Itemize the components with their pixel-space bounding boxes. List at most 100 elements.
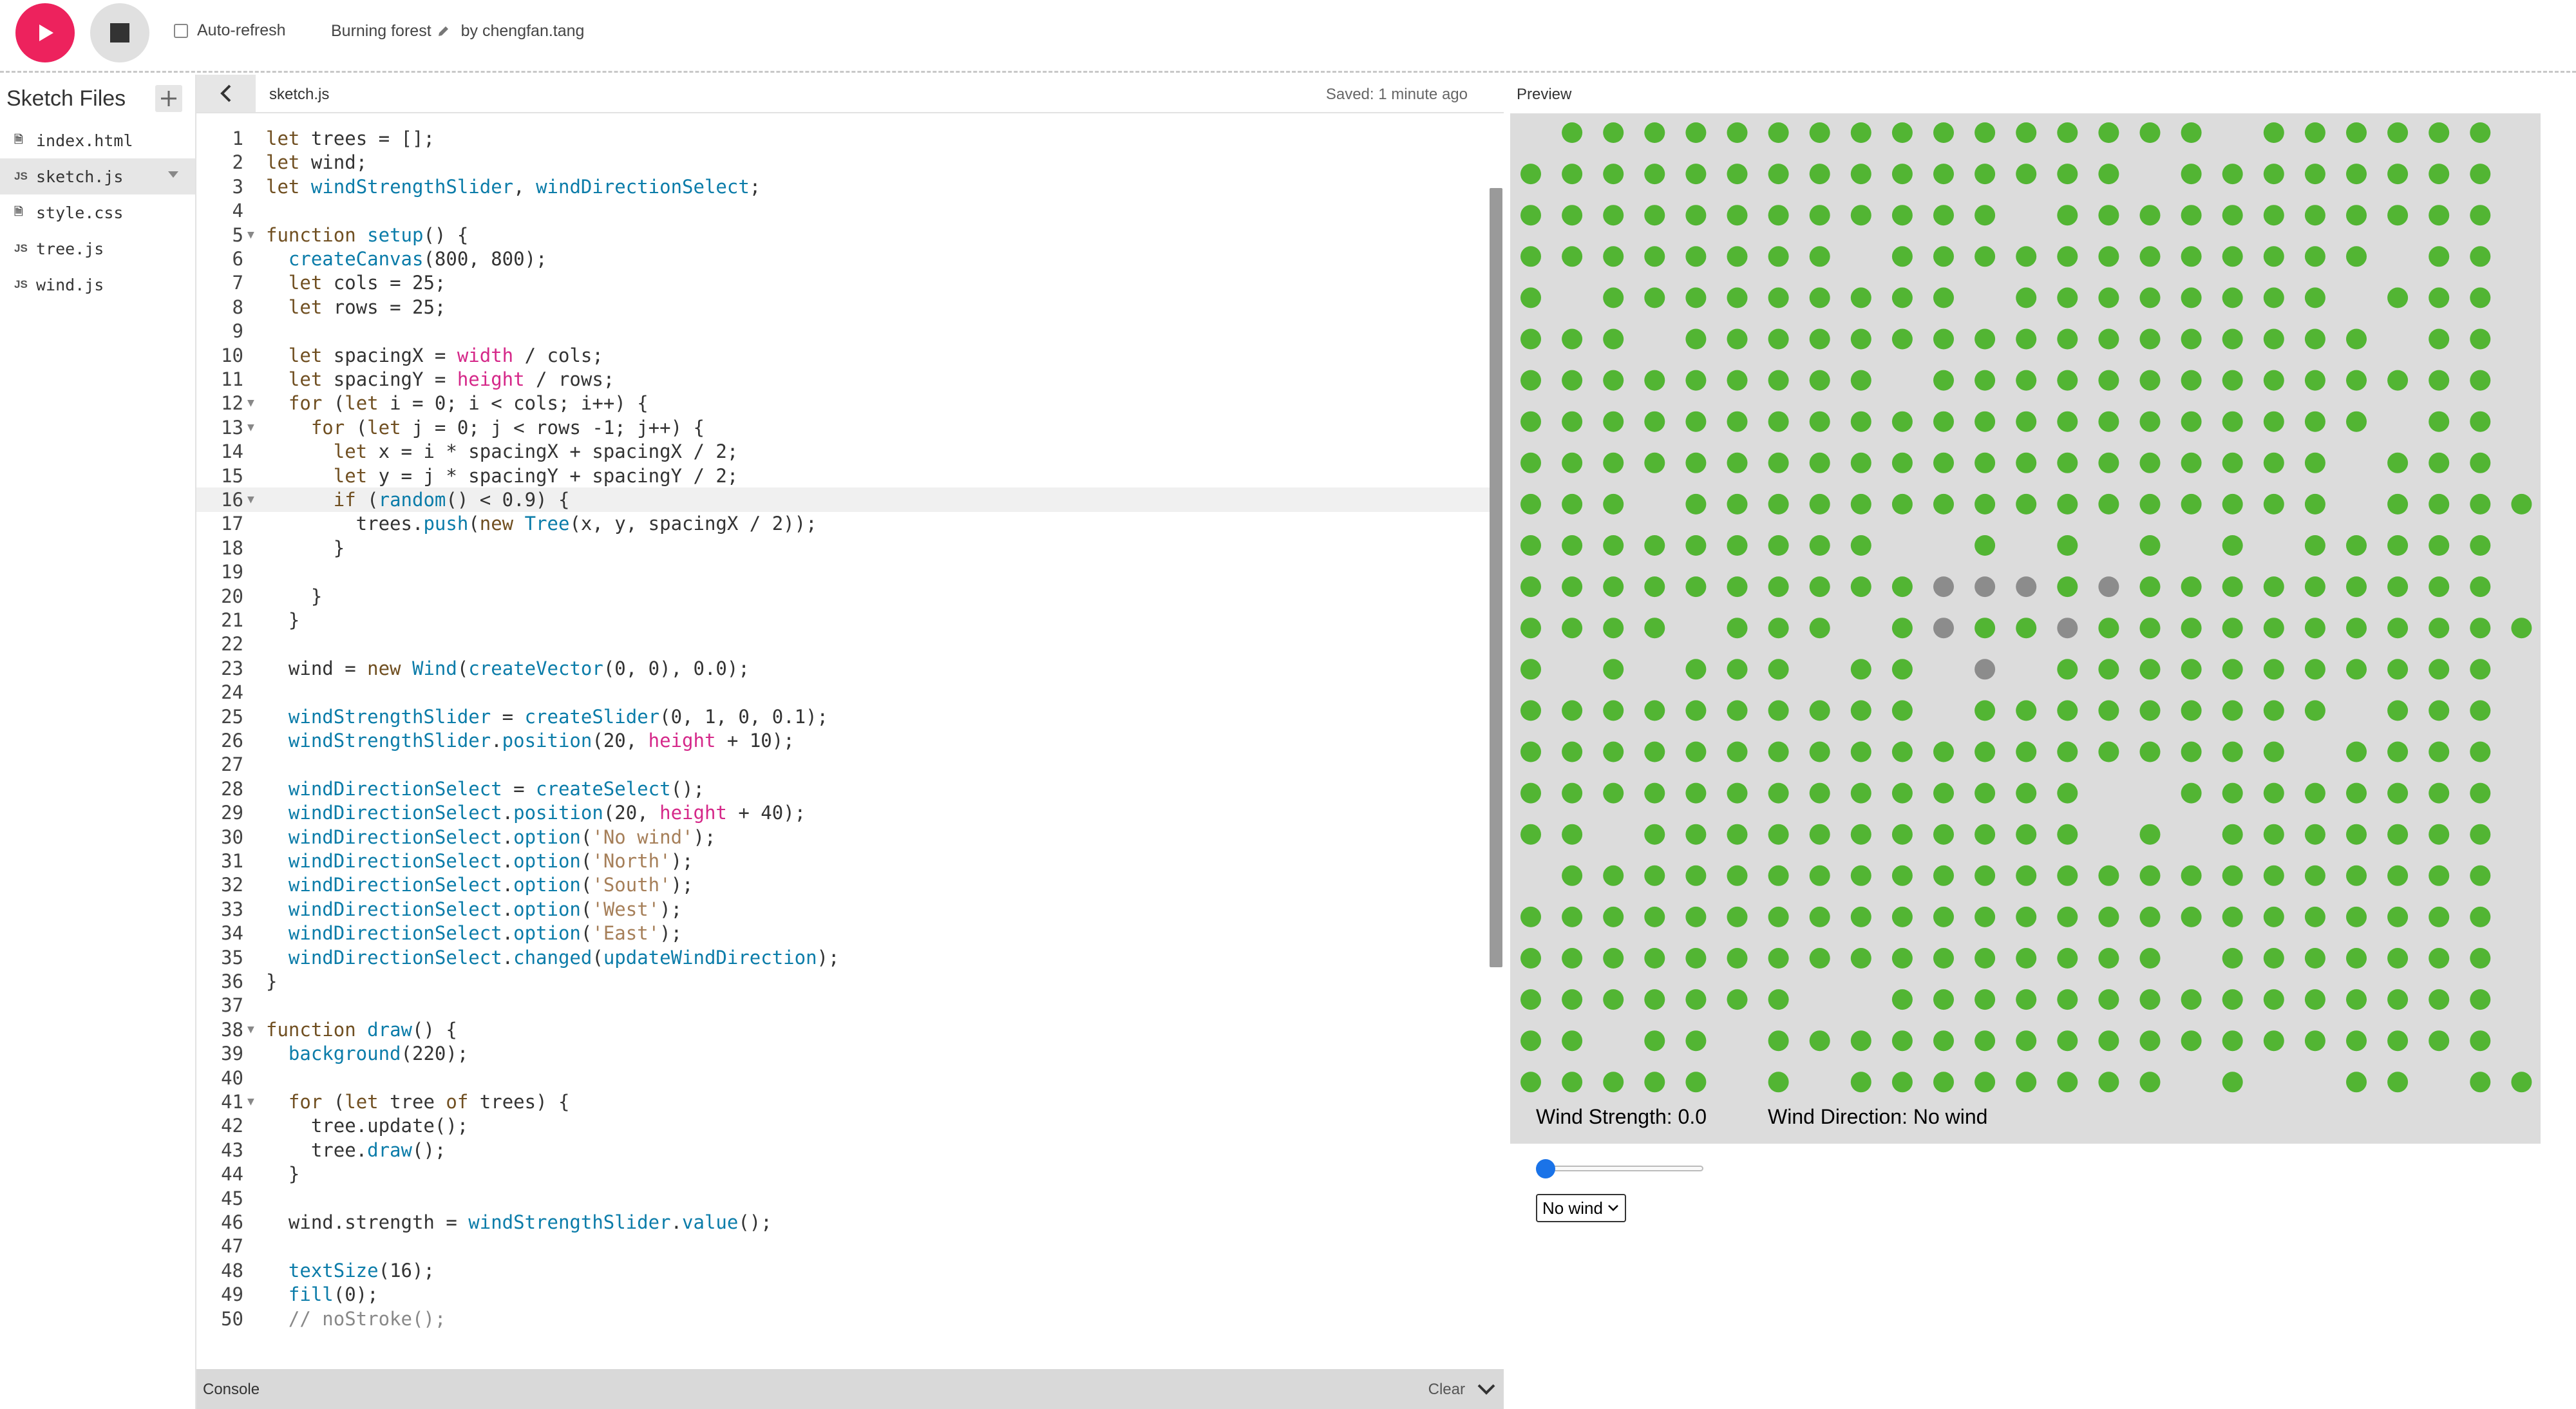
code-line[interactable]: 8 let rows = 25;: [196, 295, 1497, 319]
file-item-index-html[interactable]: 🗎 index.html: [0, 122, 195, 158]
code-line[interactable]: 21 }: [196, 608, 1497, 632]
autorefresh-toggle[interactable]: Auto-refresh: [174, 21, 286, 40]
sketch-byline[interactable]: by chengfan.tang: [461, 22, 585, 41]
code-line[interactable]: 44 }: [196, 1162, 1497, 1186]
code-line[interactable]: 5 ▼ function setup() {: [196, 223, 1497, 247]
code-line[interactable]: 38 ▼ function draw() {: [196, 1017, 1497, 1042]
code-line[interactable]: 24: [196, 680, 1497, 704]
code-line[interactable]: 22: [196, 632, 1497, 656]
console-clear-button[interactable]: Clear: [1428, 1381, 1465, 1399]
slider-thumb[interactable]: [1536, 1159, 1555, 1178]
tree: [1975, 824, 1996, 845]
tree: [2181, 370, 2202, 391]
sketch-canvas[interactable]: Wind Strength: 0.0 Wind Direction: No wi…: [1510, 113, 2541, 1144]
tree: [1768, 535, 1789, 556]
fold-arrow-icon[interactable]: ▼: [247, 391, 254, 415]
tree: [2470, 452, 2491, 473]
autorefresh-checkbox[interactable]: [174, 23, 188, 38]
code-line[interactable]: 4: [196, 198, 1497, 223]
fold-arrow-icon[interactable]: ▼: [247, 223, 254, 247]
play-button[interactable]: [15, 3, 75, 62]
code-line[interactable]: 3 let windStrengthSlider, windDirectionSe…: [196, 175, 1497, 199]
sidebar-header: Sketch Files: [0, 75, 195, 122]
code-line[interactable]: 34 windDirectionSelect.option('East');: [196, 921, 1497, 945]
code-line[interactable]: 42 tree.update();: [196, 1113, 1497, 1138]
code-line[interactable]: 33 windDirectionSelect.option('West');: [196, 897, 1497, 922]
code-line[interactable]: 40: [196, 1066, 1497, 1090]
tree: [1727, 452, 1748, 473]
line-number: 23: [221, 657, 243, 679]
code-line[interactable]: 2 let wind;: [196, 150, 1497, 175]
file-options-caret-icon[interactable]: [167, 170, 180, 179]
file-item-wind-js[interactable]: JS wind.js: [0, 267, 195, 303]
file-item-style-css[interactable]: 🗎 style.css: [0, 194, 195, 231]
fold-arrow-icon[interactable]: ▼: [247, 1090, 254, 1114]
burnt-tree: [1933, 576, 1954, 598]
code-line[interactable]: 14 let x = i * spacingX + spacingX / 2;: [196, 439, 1497, 464]
code-line[interactable]: 17 trees.push(new Tree(x, y, spacingX / …: [196, 511, 1497, 536]
code-line[interactable]: 12 ▼ for (let i = 0; i < cols; i++) {: [196, 391, 1497, 415]
code-line[interactable]: 36}: [196, 969, 1497, 994]
code-line[interactable]: 48 textSize(16);: [196, 1258, 1497, 1283]
console-label[interactable]: Console: [203, 1381, 260, 1399]
fold-arrow-icon[interactable]: ▼: [247, 415, 254, 440]
file-item-sketch-js[interactable]: JS sketch.js: [0, 158, 195, 194]
editor-file-tab[interactable]: sketch.js: [269, 86, 329, 104]
fold-arrow-icon[interactable]: ▼: [247, 487, 254, 512]
code-line[interactable]: 10 let spacingX = width / cols;: [196, 343, 1497, 368]
code-line[interactable]: 20 }: [196, 584, 1497, 609]
pencil-icon[interactable]: [437, 25, 450, 38]
code-line[interactable]: 46 wind.strength = windStrengthSlider.va…: [196, 1210, 1497, 1234]
code-line[interactable]: 13 ▼ for (let j = 0; j < rows -1; j++) {: [196, 415, 1497, 440]
line-number: 4: [232, 200, 243, 222]
code-line[interactable]: 35 windDirectionSelect.changed(updateWin…: [196, 945, 1497, 970]
code-line[interactable]: 25 windStrengthSlider = createSlider(0, …: [196, 704, 1497, 729]
tree: [2016, 287, 2037, 308]
code-line[interactable]: 47: [196, 1234, 1497, 1258]
tree: [1685, 122, 1707, 143]
code-line[interactable]: 32 windDirectionSelect.option('South');: [196, 873, 1497, 897]
file-item-tree-js[interactable]: JS tree.js: [0, 231, 195, 267]
code-area[interactable]: 1 let trees = []; 2 let wind; 3 let windStren…: [196, 113, 1504, 1395]
code-line[interactable]: 43 tree.draw();: [196, 1138, 1497, 1162]
editor-scrollbar[interactable]: [1490, 188, 1502, 967]
tree: [1850, 659, 1871, 680]
code-line[interactable]: 19: [196, 560, 1497, 584]
code-line[interactable]: 9: [196, 319, 1497, 343]
wind-direction-select[interactable]: No wind: [1536, 1194, 1626, 1222]
chevron-down-icon[interactable]: [1475, 1378, 1497, 1400]
tree: [2222, 452, 2243, 473]
tree: [1850, 411, 1871, 432]
code-line[interactable]: 31 windDirectionSelect.option('North');: [196, 849, 1497, 873]
slider-track[interactable]: [1536, 1166, 1703, 1171]
code-line[interactable]: 16 ▼ if (random() < 0.9) {: [196, 487, 1497, 512]
tree: [2139, 576, 2161, 598]
wind-strength-slider[interactable]: [1536, 1158, 1703, 1179]
sketch-name[interactable]: Burning forest: [331, 22, 431, 41]
code-line[interactable]: 50 // noStroke();: [196, 1307, 1497, 1331]
code-line[interactable]: 27: [196, 752, 1497, 777]
line-number: 13: [221, 416, 243, 439]
code-line[interactable]: 29 windDirectionSelect.position(20, heig…: [196, 800, 1497, 825]
code-line[interactable]: 26 windStrengthSlider.position(20, heigh…: [196, 728, 1497, 753]
code-line[interactable]: 23 wind = new Wind(createVector(0, 0), 0…: [196, 656, 1497, 681]
code-line[interactable]: 15 let y = j * spacingY + spacingY / 2;: [196, 464, 1497, 488]
code-line[interactable]: 30 windDirectionSelect.option('No wind')…: [196, 825, 1497, 849]
code-line[interactable]: 39 background(220);: [196, 1041, 1497, 1066]
stop-button[interactable]: [90, 3, 149, 62]
code-line[interactable]: 18 }: [196, 536, 1497, 560]
code-line[interactable]: 6 createCanvas(800, 800);: [196, 247, 1497, 271]
add-file-button[interactable]: [155, 85, 182, 112]
code-line[interactable]: 41 ▼ for (let tree of trees) {: [196, 1090, 1497, 1114]
code-line[interactable]: 7 let cols = 25;: [196, 270, 1497, 295]
code-line[interactable]: 11 let spacingY = height / rows;: [196, 367, 1497, 392]
collapse-sidebar-button[interactable]: [196, 75, 256, 112]
code-line[interactable]: 45: [196, 1186, 1497, 1211]
code-line[interactable]: 28 windDirectionSelect = createSelect();: [196, 777, 1497, 801]
tree: [2181, 287, 2202, 308]
code-line[interactable]: 1 let trees = [];: [196, 126, 1497, 151]
tree: [2346, 948, 2367, 969]
code-line[interactable]: 37: [196, 993, 1497, 1017]
fold-arrow-icon[interactable]: ▼: [247, 1017, 254, 1042]
code-line[interactable]: 49 fill(0);: [196, 1282, 1497, 1307]
